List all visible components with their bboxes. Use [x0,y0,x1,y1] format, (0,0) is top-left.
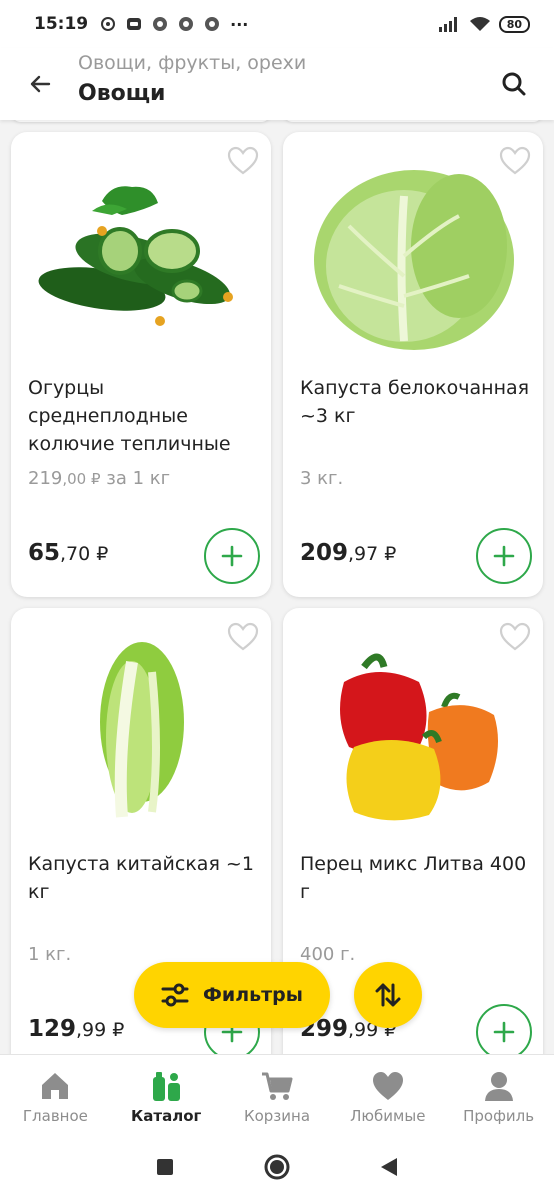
unit-price: 219,00 ₽ за 1 кг [28,468,170,489]
more-notifications-icon: ··· [230,14,249,34]
chrome-icon [179,17,194,31]
product-image-cabbage[interactable] [303,148,525,364]
unit-price-suffix: за 1 кг [100,468,171,489]
unit-price-int: 3 кг. [300,468,344,489]
nav-home-label: Главное [22,1107,88,1125]
nav-favorites-label: Любимые [350,1107,426,1125]
price-int: 65 [28,540,61,566]
profile-icon [484,1072,513,1101]
product-image-peppers[interactable] [303,624,525,840]
product-name[interactable]: Перец микс Литва 400 г [300,850,532,906]
nav-catalog[interactable]: Каталог [111,1055,222,1134]
peppers-image [340,653,498,821]
battery-indicator: 80 [498,15,530,33]
nav-home[interactable]: Главное [0,1055,111,1134]
back-button[interactable] [22,66,58,102]
back-nav-button[interactable] [379,1156,399,1178]
nav-profile[interactable]: Профиль [443,1055,554,1134]
previous-card-edge [11,120,271,122]
wifi-icon [469,17,490,31]
product-price: 209,97 ₽ [300,540,396,566]
sort-arrows-icon [375,983,401,1007]
page-title: Овощи [78,81,166,106]
plus-icon [493,1021,515,1043]
plus-icon [221,545,243,567]
unit-price-int: 219 [28,468,63,489]
unit-price-int: 400 г. [300,944,356,965]
chrome-icon [153,17,168,31]
price-dec: ,99 ₽ [76,1019,125,1041]
app-notification-icon [127,18,142,30]
cart-icon [261,1072,293,1100]
notification-icons: ··· [100,15,248,34]
nav-catalog-label: Каталог [131,1107,202,1125]
arrow-left-icon [30,75,51,93]
price-dec: ,70 ₽ [60,543,109,565]
status-bar: 15:19 ··· 80 [0,0,554,48]
add-to-cart-button[interactable] [476,528,532,584]
cucumbers-image [38,186,233,326]
unit-price: 1 кг. [28,944,71,965]
unit-price: 3 кг. [300,468,343,489]
product-image-cucumbers[interactable] [31,148,253,364]
product-card[interactable]: Капуста белокочанная ~3 кг 3 кг. 209,97 … [283,132,543,597]
status-right: 80 [438,15,530,33]
product-price: 65,70 ₽ [28,540,108,566]
sliders-icon [161,983,189,1007]
search-button[interactable] [494,64,534,104]
chinese-cabbage-image [100,642,184,818]
add-to-cart-button[interactable] [204,528,260,584]
product-grid: Огурцы среднеплодные колючие тепличные 2… [0,120,554,1054]
home-icon [42,1073,69,1099]
heart-icon [372,1072,403,1100]
product-card[interactable]: Огурцы среднеплодные колючие тепличные 2… [11,132,271,597]
notification-icon [101,17,116,31]
signal-icon [438,17,457,32]
product-name[interactable]: Капуста белокочанная ~3 кг [300,374,532,430]
recent-apps-button[interactable] [155,1157,175,1177]
previous-card-edge [283,120,543,122]
unit-price: 400 г. [300,944,355,965]
cabbage-image [314,170,514,350]
product-name[interactable]: Огурцы среднеплодные колючие тепличные [28,374,260,458]
unit-price-int: 1 кг. [28,944,72,965]
price-int: 209 [300,540,349,566]
unit-price-dec: ,00 ₽ [62,470,101,488]
nav-profile-label: Профиль [463,1107,535,1125]
product-name[interactable]: Капуста китайская ~1 кг [28,850,260,906]
product-price: 129,99 ₽ [28,1016,124,1042]
filters-button[interactable]: Фильтры [134,962,330,1028]
nav-favorites[interactable]: Любимые [332,1055,443,1134]
bottom-navigation: Главное Каталог Корзина Любимые Профиль [0,1054,554,1134]
system-navigation-bar [0,1134,554,1200]
search-icon [502,72,526,96]
plus-icon [493,545,515,567]
top-app-bar: Овощи, фрукты, орехи Овощи [0,48,554,120]
home-button[interactable] [263,1153,291,1181]
add-to-cart-button[interactable] [476,1004,532,1054]
price-dec: ,97 ₽ [348,543,397,565]
status-time: 15:19 [34,14,89,34]
nav-cart-label: Корзина [243,1107,311,1125]
sort-button[interactable] [354,962,422,1028]
filters-label: Фильтры [203,984,303,1006]
chrome-icon [205,17,220,31]
breadcrumb[interactable]: Овощи, фрукты, орехи [78,52,306,74]
catalog-icon [153,1072,181,1101]
product-image-chinese-cabbage[interactable] [31,624,253,840]
price-int: 129 [28,1016,77,1042]
nav-cart[interactable]: Корзина [222,1055,333,1134]
